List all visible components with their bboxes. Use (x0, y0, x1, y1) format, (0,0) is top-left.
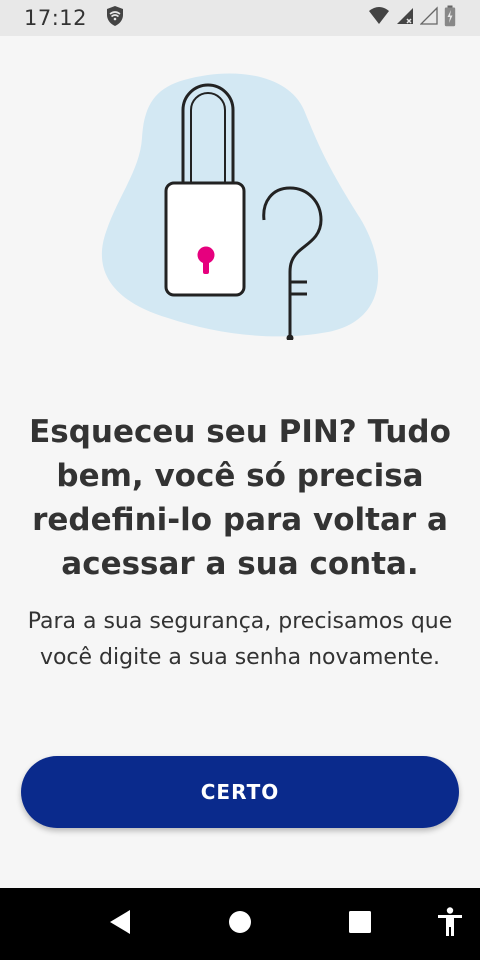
navigation-bar (0, 888, 480, 960)
shield-icon (103, 4, 127, 32)
back-button[interactable] (100, 888, 140, 960)
certo-button[interactable]: CERTO (21, 756, 459, 828)
battery-charging-icon (444, 5, 456, 31)
status-left: 17:12 (24, 4, 127, 32)
accessibility-icon (437, 907, 463, 941)
status-time: 17:12 (24, 6, 88, 30)
status-bar: 17:12 (0, 0, 480, 36)
recents-button[interactable] (340, 888, 380, 960)
accessibility-button[interactable] (430, 888, 470, 960)
content-area: Esqueceu seu PIN? Tudo bem, você só prec… (0, 36, 480, 888)
illustration (96, 72, 392, 342)
home-button[interactable] (220, 888, 260, 960)
status-right (368, 5, 456, 31)
recents-icon (349, 911, 371, 937)
signal-icon (396, 6, 414, 30)
description-text: Para a sua segurança, precisamos que voc… (27, 609, 453, 670)
wifi-icon (368, 6, 390, 30)
home-icon (228, 910, 252, 938)
signal-empty-icon (419, 6, 438, 30)
back-icon (108, 909, 132, 939)
page-title: Esqueceu seu PIN? Tudo bem, você só prec… (29, 414, 451, 582)
